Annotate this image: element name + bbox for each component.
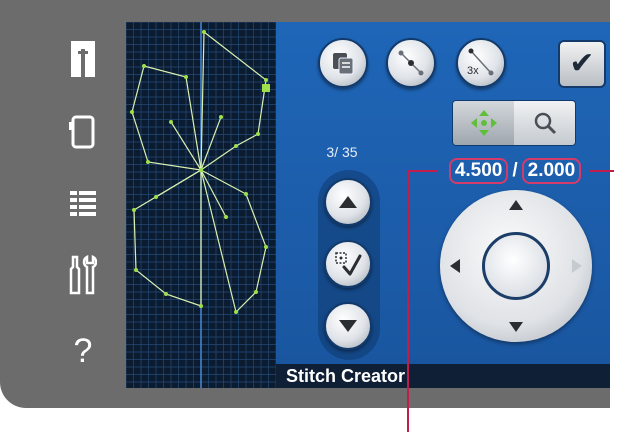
stitch-point[interactable] <box>164 292 168 296</box>
stitch-point[interactable] <box>264 78 268 82</box>
dpad-up-icon[interactable] <box>509 200 523 210</box>
stitch-counter: 3/ 35 <box>326 144 358 160</box>
move-mode-button[interactable] <box>453 101 514 145</box>
touch-screen: 3x ✔ 3/ 35 4.500 / 2.000 Stitch Creator <box>126 22 610 388</box>
stitch-point[interactable] <box>130 110 134 114</box>
stitch-point[interactable] <box>154 195 158 199</box>
stitch-point[interactable] <box>184 75 188 79</box>
sidebar: ? <box>40 22 126 388</box>
sewing-mode-icon[interactable] <box>40 34 126 84</box>
stitch-point[interactable] <box>202 30 206 34</box>
position-dpad[interactable] <box>440 190 592 342</box>
stitch-point[interactable] <box>132 208 136 212</box>
callout-line-vertical <box>407 170 409 432</box>
embroidery-mode-icon[interactable] <box>40 107 126 157</box>
insert-stitch-icon <box>398 50 424 76</box>
coordinate-readout: 4.500 / 2.000 <box>435 158 595 184</box>
stitch-point[interactable] <box>199 168 203 172</box>
callout-line-right <box>590 170 614 172</box>
dpad-center-button[interactable] <box>482 232 550 300</box>
stitch-point[interactable] <box>134 268 138 272</box>
confirm-button[interactable]: ✔ <box>558 40 606 88</box>
dpad-down-icon[interactable] <box>509 322 523 332</box>
stitch-point[interactable] <box>169 120 173 124</box>
dpad-right-icon[interactable] <box>572 259 582 273</box>
stitch-point[interactable] <box>146 160 150 164</box>
duplicate-stitch-icon <box>333 53 354 75</box>
stitch-point[interactable] <box>264 245 268 249</box>
select-stitch-button[interactable] <box>324 240 372 288</box>
stitch-point[interactable] <box>234 310 238 314</box>
menu-list-icon[interactable] <box>40 179 126 229</box>
duplicate-stitch-button[interactable] <box>318 38 368 88</box>
stitch-point[interactable] <box>254 290 258 294</box>
triple-stitch-button[interactable]: 3x <box>456 38 506 88</box>
stitch-point[interactable] <box>224 215 228 219</box>
selected-stitch-point[interactable] <box>262 84 270 92</box>
arrow-down-icon <box>339 320 357 332</box>
callout-line <box>407 170 437 172</box>
check-icon: ✔ <box>569 47 595 80</box>
step-down-button[interactable] <box>324 302 372 350</box>
coordinate-y: 2.000 <box>521 158 582 184</box>
stitch-path <box>200 116 222 171</box>
coordinate-x: 4.500 <box>448 158 509 184</box>
coordinate-separator: / <box>512 160 518 181</box>
zoom-icon <box>534 112 556 135</box>
view-mode-toggle <box>452 100 576 146</box>
move-icon <box>470 110 497 136</box>
stitch-point[interactable] <box>199 304 203 308</box>
triple-stitch-label: 3x <box>467 65 479 77</box>
stitch-grid-canvas[interactable] <box>126 22 276 388</box>
stitch-point[interactable] <box>142 64 146 68</box>
stitch-point[interactable] <box>244 192 248 196</box>
stitch-point[interactable] <box>219 115 223 119</box>
insert-stitch-button[interactable] <box>386 38 436 88</box>
stitch-point[interactable] <box>234 144 238 148</box>
select-stitch-check-icon <box>335 252 362 276</box>
step-up-button[interactable] <box>324 178 372 226</box>
stitch-point[interactable] <box>256 132 260 136</box>
triple-stitch-icon: 3x <box>467 48 494 77</box>
settings-tools-icon[interactable] <box>40 250 126 300</box>
zoom-mode-button[interactable] <box>514 101 575 145</box>
status-title: Stitch Creator <box>276 364 610 388</box>
dpad-left-icon[interactable] <box>450 259 460 273</box>
arrow-up-icon <box>339 196 357 208</box>
help-icon[interactable]: ? <box>40 326 126 376</box>
